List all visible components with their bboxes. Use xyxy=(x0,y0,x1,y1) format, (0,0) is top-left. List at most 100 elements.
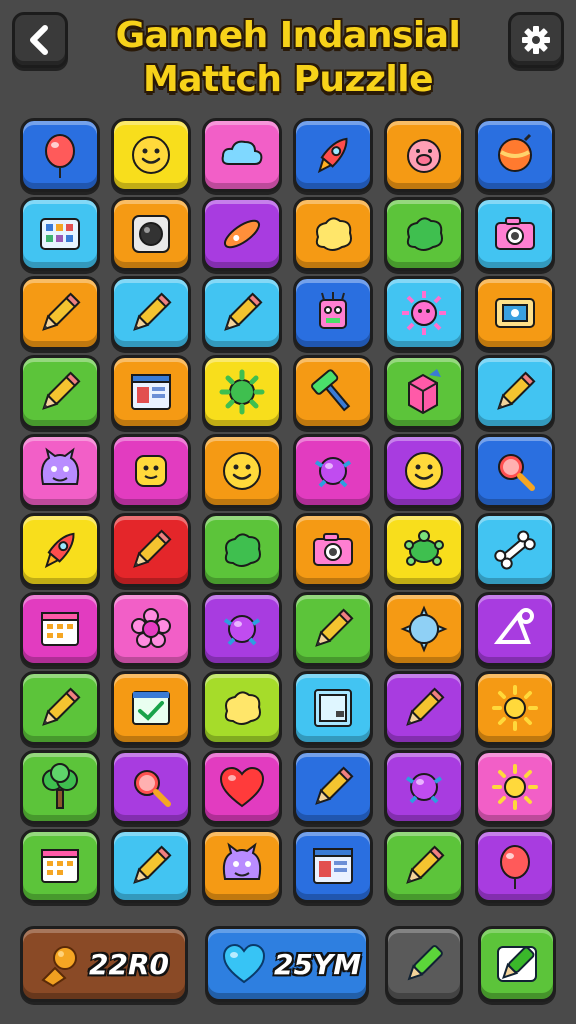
tile-r5-c3[interactable] xyxy=(202,434,282,508)
tile-r7-c5[interactable] xyxy=(384,592,464,666)
green-pencil-icon xyxy=(497,946,537,982)
tile-r9-c1[interactable] xyxy=(20,750,100,824)
checkbox-icon xyxy=(132,691,170,725)
tile-r1-c5[interactable] xyxy=(384,118,464,192)
tile-r8-c6[interactable] xyxy=(475,671,555,745)
tile-r3-c3[interactable] xyxy=(202,276,282,350)
pencil-icon xyxy=(133,292,172,331)
tile-r6-c3[interactable] xyxy=(202,513,282,587)
tile-r10-c2[interactable] xyxy=(111,829,191,903)
booster-button-1[interactable] xyxy=(385,926,463,1002)
tile-r9-c5[interactable] xyxy=(384,750,464,824)
photo-frame-icon xyxy=(314,689,352,727)
tile-r1-c2[interactable] xyxy=(111,118,191,192)
tile-r9-c4[interactable] xyxy=(293,750,373,824)
tile-r9-c2[interactable] xyxy=(111,750,191,824)
pig-face-icon xyxy=(407,139,441,173)
tile-r4-c5[interactable] xyxy=(384,355,464,429)
smiley-block-icon xyxy=(135,455,167,487)
tile-r7-c2[interactable] xyxy=(111,592,191,666)
tile-r5-c2[interactable] xyxy=(111,434,191,508)
magnifier-icon xyxy=(498,454,535,491)
tile-r2-c1[interactable] xyxy=(20,197,100,271)
tile-r6-c1[interactable] xyxy=(20,513,100,587)
tile-r9-c3[interactable] xyxy=(202,750,282,824)
green-blob-icon xyxy=(406,217,443,251)
booster-button-2[interactable] xyxy=(478,926,556,1002)
settings-button[interactable] xyxy=(508,12,564,68)
lives-counter[interactable]: 25YM xyxy=(205,926,369,1002)
rocket-icon xyxy=(44,532,75,569)
pencil-icon xyxy=(42,292,81,331)
calendar-icon xyxy=(41,612,79,646)
tile-r5-c1[interactable] xyxy=(20,434,100,508)
back-arrow-icon xyxy=(30,25,48,55)
app-grid-icon xyxy=(40,218,80,250)
tile-r3-c5[interactable] xyxy=(384,276,464,350)
gear-icon xyxy=(522,26,550,54)
orb-icon xyxy=(405,773,443,804)
tile-r4-c3[interactable] xyxy=(202,355,282,429)
tile-r8-c3[interactable] xyxy=(202,671,282,745)
tile-r3-c1[interactable] xyxy=(20,276,100,350)
tile-r4-c6[interactable] xyxy=(475,355,555,429)
tile-r2-c6[interactable] xyxy=(475,197,555,271)
tile-r8-c1[interactable] xyxy=(20,671,100,745)
camera-icon xyxy=(495,217,535,250)
coins-counter[interactable]: 22R0 xyxy=(20,926,188,1002)
game-title: Ganneh Indansial Mattch Puzzlle xyxy=(80,14,496,102)
turtle-icon xyxy=(404,530,444,566)
tile-r5-c6[interactable] xyxy=(475,434,555,508)
pencil-icon xyxy=(497,371,536,410)
back-button[interactable] xyxy=(12,12,68,68)
hammer-icon xyxy=(311,369,351,412)
tile-r7-c3[interactable] xyxy=(202,592,282,666)
tile-r3-c2[interactable] xyxy=(111,276,191,350)
tile-r5-c4[interactable] xyxy=(293,434,373,508)
tile-r4-c4[interactable] xyxy=(293,355,373,429)
green-pencil-icon xyxy=(407,945,443,981)
tile-r10-c4[interactable] xyxy=(293,829,373,903)
flower-icon xyxy=(131,608,171,648)
tile-r3-c6[interactable] xyxy=(475,276,555,350)
tile-r7-c4[interactable] xyxy=(293,592,373,666)
pencil-icon xyxy=(406,845,445,884)
sun-icon xyxy=(492,764,538,810)
tile-r7-c1[interactable] xyxy=(20,592,100,666)
tile-r8-c5[interactable] xyxy=(384,671,464,745)
tile-r6-c2[interactable] xyxy=(111,513,191,587)
missile-icon xyxy=(223,219,261,249)
tile-r4-c1[interactable] xyxy=(20,355,100,429)
tile-r2-c2[interactable] xyxy=(111,197,191,271)
tile-r5-c5[interactable] xyxy=(384,434,464,508)
pencil-icon xyxy=(224,292,263,331)
tile-r1-c4[interactable] xyxy=(293,118,373,192)
tile-r9-c6[interactable] xyxy=(475,750,555,824)
tile-r10-c3[interactable] xyxy=(202,829,282,903)
tile-r1-c3[interactable] xyxy=(202,118,282,192)
tile-r2-c3[interactable] xyxy=(202,197,282,271)
tile-r6-c4[interactable] xyxy=(293,513,373,587)
pencil-icon xyxy=(133,845,172,884)
tile-r10-c5[interactable] xyxy=(384,829,464,903)
tile-r6-c6[interactable] xyxy=(475,513,555,587)
triangle-tool-icon xyxy=(493,608,534,644)
balloon-icon xyxy=(45,134,75,178)
tile-r4-c2[interactable] xyxy=(111,355,191,429)
smiley-face-icon xyxy=(405,452,443,490)
tile-r1-c6[interactable] xyxy=(475,118,555,192)
rocket-icon xyxy=(317,137,348,174)
tile-r2-c4[interactable] xyxy=(293,197,373,271)
spinning-top-icon xyxy=(498,133,532,172)
tile-r1-c1[interactable] xyxy=(20,118,100,192)
tile-r3-c4[interactable] xyxy=(293,276,373,350)
tile-r7-c6[interactable] xyxy=(475,592,555,666)
tile-r6-c5[interactable] xyxy=(384,513,464,587)
tile-r10-c1[interactable] xyxy=(20,829,100,903)
tile-r10-c6[interactable] xyxy=(475,829,555,903)
tile-r8-c4[interactable] xyxy=(293,671,373,745)
tile-r2-c5[interactable] xyxy=(384,197,464,271)
sun-face-icon xyxy=(402,291,446,335)
balloon-icon xyxy=(500,845,530,889)
tile-r8-c2[interactable] xyxy=(111,671,191,745)
